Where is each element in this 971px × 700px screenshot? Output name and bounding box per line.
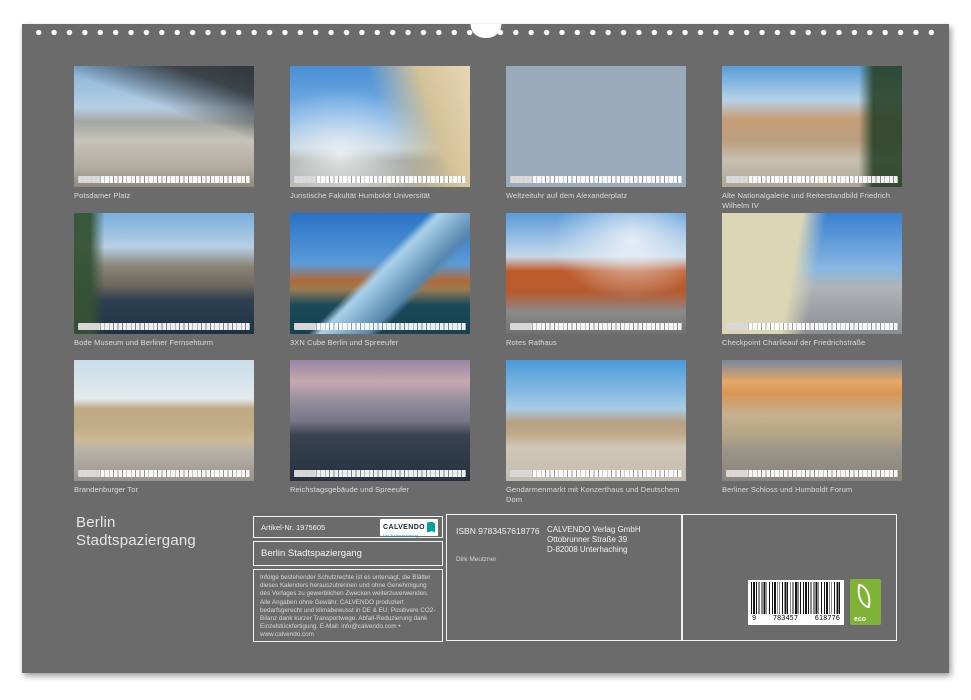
eco-logo: eco: [850, 579, 881, 625]
mini-calendar-strip: [294, 470, 466, 477]
info-column: Artikel-Nr. 1975605 CALVENDO Der Kalende…: [253, 516, 443, 642]
publisher-street: Ottobrunner Straße 39: [547, 535, 641, 545]
photo-caption: Gendarmenmarkt mit Konzerthaus und Deuts…: [506, 485, 686, 505]
photo-caption: Reichstagsgebäude und Spreeufer: [290, 485, 470, 495]
product-title: Berlin Stadtspaziergang: [261, 548, 362, 559]
mini-calendar-strip: [510, 470, 682, 477]
photo-grid: Potsdamer Platz Juristische Fakultät Hum…: [74, 66, 906, 507]
barcode-digit-group2: 618776: [815, 614, 840, 624]
photo-tile: Weltzeituhr auf dem Alexanderplatz: [506, 66, 686, 213]
photo-tile: Checkpoint Charlieauf der Friedrichstraß…: [722, 213, 902, 360]
isbn-box: ISBN 9783457618776 Dirk Meutzner CALVEND…: [446, 514, 682, 641]
eco-label: eco: [854, 616, 866, 623]
photo-tile: Brandenburger Tor: [74, 360, 254, 507]
photo-caption: Potsdamer Platz: [74, 191, 254, 201]
publisher-address: CALVENDO Verlag GmbH Ottobrunner Straße …: [547, 525, 641, 555]
mini-calendar-strip: [78, 470, 250, 477]
mini-calendar-strip: [78, 323, 250, 330]
calendar-title: Berlin Stadtspaziergang: [76, 514, 196, 550]
mini-calendar-strip: [726, 176, 898, 183]
photo-caption: Berliner Schloss und Humboldt Forum: [722, 485, 902, 495]
leaf-icon: [854, 584, 874, 609]
photo-caption: Weltzeituhr auf dem Alexanderplatz: [506, 191, 686, 201]
isbn-number: ISBN 9783457618776: [456, 526, 540, 536]
photo-tile: Bode Museum und Berliner Fernsehturm: [74, 213, 254, 360]
barcode-digit-lead: 9: [752, 614, 756, 624]
photo-tile: Gendarmenmarkt mit Konzerthaus und Deuts…: [506, 360, 686, 507]
publisher-name: CALVENDO Verlag GmbH: [547, 525, 641, 535]
photo-tile: 3XN Cube Berlin und Spreeufer: [290, 213, 470, 360]
mini-calendar-strip: [510, 176, 682, 183]
legal-text-box: Infolge bestehender Schutzrechte ist es …: [253, 569, 443, 642]
mini-calendar-strip: [294, 176, 466, 183]
photo-reichstag: [290, 360, 470, 481]
photo-tile: Berliner Schloss und Humboldt Forum: [722, 360, 902, 507]
barcode-bars: [751, 582, 841, 614]
photo-weltzeituhr: [506, 66, 686, 187]
photo-tile: Rotes Rathaus: [506, 213, 686, 360]
legal-text: Infolge bestehender Schutzrechte ist es …: [260, 574, 435, 638]
photo-caption: 3XN Cube Berlin und Spreeufer: [290, 338, 470, 348]
barcode-box: 9 783457 618776 eco: [682, 514, 897, 641]
calendar-page: Potsdamer Platz Juristische Fakultät Hum…: [22, 24, 949, 673]
photo-caption: Bode Museum und Berliner Fernsehturm: [74, 338, 254, 348]
calvendo-tagline: Der Kalenderverlag: [383, 534, 425, 538]
mini-calendar-strip: [78, 176, 250, 183]
title-line-2: Stadtspaziergang: [76, 532, 196, 550]
ean-barcode: 9 783457 618776: [748, 580, 844, 625]
photo-caption: Rotes Rathaus: [506, 338, 686, 348]
photo-tile: Potsdamer Platz: [74, 66, 254, 213]
calvendo-logo: CALVENDO Der Kalenderverlag: [380, 519, 438, 536]
barcode-digit-group1: 783457: [773, 614, 798, 624]
mini-calendar-strip: [726, 323, 898, 330]
photo-tile: Juristische Fakultät Humboldt Universitä…: [290, 66, 470, 213]
photo-brandenburger-tor: [74, 360, 254, 481]
publisher-city: D-82008 Unterhaching: [547, 545, 641, 555]
photo-caption: Brandenburger Tor: [74, 485, 254, 495]
photo-alte-nationalgalerie: [722, 66, 902, 187]
photo-berliner-schloss: [722, 360, 902, 481]
photo-rotes-rathaus: [506, 213, 686, 334]
mini-calendar-strip: [726, 470, 898, 477]
barcode-digits: 9 783457 618776: [751, 614, 841, 624]
mini-calendar-strip: [294, 323, 466, 330]
photo-bode-museum: [74, 213, 254, 334]
product-title-box: Berlin Stadtspaziergang: [253, 541, 443, 566]
article-number: Artikel-Nr. 1975605: [261, 523, 325, 532]
title-line-1: Berlin: [76, 514, 196, 532]
photo-caption: Juristische Fakultät Humboldt Universitä…: [290, 191, 470, 201]
photo-juristische-fakultaet: [290, 66, 470, 187]
photographer-credit: Dirk Meutzner: [456, 556, 496, 563]
calvendo-flag-icon: [427, 522, 435, 533]
photo-potsdamer-platz: [74, 66, 254, 187]
mini-calendar-strip: [510, 323, 682, 330]
photo-gendarmenmarkt: [506, 360, 686, 481]
calendar-back-cover: Potsdamer Platz Juristische Fakultät Hum…: [0, 0, 971, 700]
photo-cube-berlin: [290, 213, 470, 334]
calvendo-wordmark: CALVENDO Der Kalenderverlag: [383, 516, 425, 539]
photo-checkpoint-charlie: [722, 213, 902, 334]
photo-caption: Alte Nationalgalerie und Reiterstandbild…: [722, 191, 902, 211]
photo-tile: Reichstagsgebäude und Spreeufer: [290, 360, 470, 507]
photo-caption: Checkpoint Charlieauf der Friedrichstraß…: [722, 338, 902, 348]
photo-tile: Alte Nationalgalerie und Reiterstandbild…: [722, 66, 902, 213]
article-number-box: Artikel-Nr. 1975605 CALVENDO Der Kalende…: [253, 516, 443, 538]
